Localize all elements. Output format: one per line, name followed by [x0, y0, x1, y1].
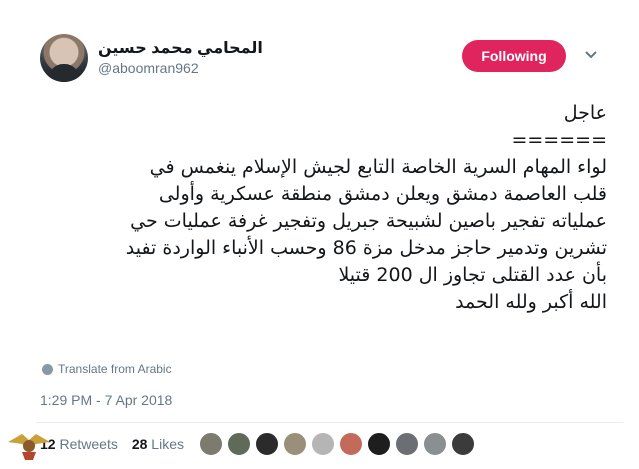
tweet-line: بأن عدد القتلى تجاوز ال 200 قتيلا [338, 264, 607, 286]
tweet-line: عاجل [563, 102, 607, 124]
liker-avatar[interactable] [283, 432, 307, 456]
avatar[interactable] [40, 34, 88, 82]
translate-label: Translate from Arabic [58, 362, 172, 376]
translate-link[interactable]: Translate from Arabic [42, 362, 172, 376]
tweet-timestamp[interactable]: 1:29 PM - 7 Apr 2018 [40, 392, 172, 408]
divider [36, 422, 623, 423]
liker-avatar[interactable] [255, 432, 279, 456]
liker-avatar[interactable] [423, 432, 447, 456]
user-handle[interactable]: @aboomran962 [98, 60, 199, 76]
liker-avatar[interactable] [199, 432, 223, 456]
globe-icon [42, 363, 53, 375]
retweets-label: Retweets [59, 436, 118, 452]
likers-avatars [199, 432, 475, 456]
tweet-line: ====== [511, 129, 607, 151]
watermark-logo [8, 434, 50, 460]
liker-avatar[interactable] [395, 432, 419, 456]
tweet-line: الله أكبر ولله الحمد [455, 291, 607, 313]
liker-avatar[interactable] [311, 432, 335, 456]
likes-count: 28 [131, 436, 148, 452]
likes-stat[interactable]: 28 Likes [132, 436, 184, 452]
display-name[interactable]: المحامي محمد حسين [98, 38, 263, 58]
liker-avatar[interactable] [451, 432, 475, 456]
likes-label: Likes [151, 436, 184, 452]
following-button[interactable]: Following [462, 40, 566, 72]
liker-avatar[interactable] [367, 432, 391, 456]
liker-avatar[interactable] [339, 432, 363, 456]
liker-avatar[interactable] [227, 432, 251, 456]
chevron-down-icon[interactable] [584, 48, 598, 62]
tweet-line: عملياته تفجير باصين لشبيحة جبريل وتفجير … [130, 210, 607, 232]
tweet-line: قلب العاصمة دمشق ويعلن دمشق منطقة عسكرية… [158, 183, 607, 205]
tweet-text: عاجل ====== لواء المهام السرية الخاصة ال… [47, 100, 607, 316]
tweet-line: لواء المهام السرية الخاصة التابع لجيش ال… [149, 156, 607, 178]
tweet-line: تشرين وتدمير حاجز مدخل مزة 86 وحسب الأنب… [125, 237, 607, 259]
tweet-stats: 12 Retweets 28 Likes [40, 436, 184, 452]
